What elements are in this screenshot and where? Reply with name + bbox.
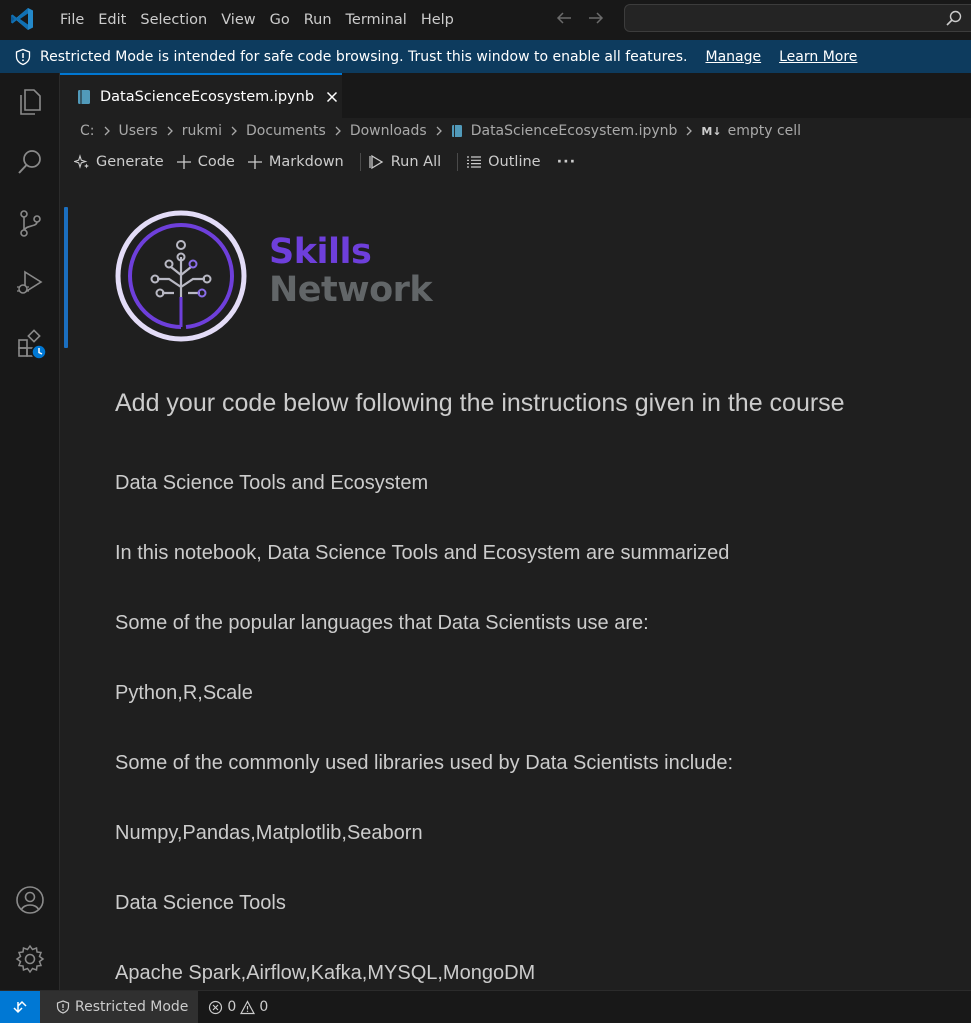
notebook-toolbar: Generate Code Markdown Run All Outline ·… [72,149,576,175]
chevron-right-icon [104,126,110,136]
breadcrumb-item-cell[interactable]: empty cell [728,123,801,139]
menu-help[interactable]: Help [414,7,461,33]
warning-icon [240,999,256,1014]
breadcrumb-item-user[interactable]: rukmi [182,123,222,139]
outline-list-icon [467,156,482,168]
breadcrumb-item-file[interactable]: DataScienceEcosystem.ipynb [471,123,678,139]
menu-bar: File Edit Selection View Go Run Terminal… [53,0,461,40]
back-arrow-icon[interactable] [554,8,574,28]
remote-icon [13,1000,27,1014]
menu-file[interactable]: File [53,7,91,33]
restricted-mode-label: Restricted Mode [75,999,189,1015]
restricted-mode-status[interactable]: Restricted Mode [40,991,199,1023]
menu-selection[interactable]: Selection [133,7,214,33]
breadcrumb-item-users[interactable]: Users [119,123,158,139]
shield-icon [56,1000,70,1014]
error-icon [209,1000,223,1014]
close-icon[interactable] [324,89,340,105]
restricted-mode-banner: Restricted Mode is intended for safe cod… [0,40,971,73]
activity-bar [0,73,60,990]
notebook-file-icon [78,89,90,104]
skills-network-logo-icon [115,210,247,342]
menu-run[interactable]: Run [297,7,339,33]
chevron-right-icon [686,126,693,136]
logo-text-network: Network [269,270,433,310]
add-markdown-cell-button[interactable]: Markdown [245,154,354,170]
accounts-icon[interactable] [14,884,46,916]
plus-icon [247,155,262,169]
menu-edit[interactable]: Edit [91,7,133,33]
forward-arrow-icon[interactable] [586,8,606,28]
settings-gear-icon[interactable] [14,943,46,975]
plus-icon [176,155,191,169]
breadcrumb-item-downloads[interactable]: Downloads [350,123,427,139]
vscode-logo-icon [11,8,33,30]
chevron-right-icon [436,126,442,136]
breadcrumb-item-documents[interactable]: Documents [246,123,326,139]
warning-count: 0 [259,999,269,1015]
toolbar-divider [359,153,361,171]
markdown-line: Numpy,Pandas,Matplotlib,Seaborn [115,822,423,844]
command-center-search[interactable] [624,4,971,32]
add-code-cell-button[interactable]: Code [174,154,245,170]
markdown-line: In this notebook, Data Science Tools and… [115,542,730,564]
chevron-right-icon [231,126,237,136]
chevron-right-icon [335,126,341,136]
notebook-file-icon [451,125,462,137]
code-label: Code [197,154,235,170]
run-all-button[interactable]: Run All [367,154,451,170]
logo-text-skills: Skills [269,232,372,272]
error-count: 0 [227,999,237,1015]
title-bar: File Edit Selection View Go Run Terminal… [0,0,971,40]
markdown-line: Data Science Tools [115,892,286,914]
status-bar: Restricted Mode 0 0 [0,990,971,1023]
markdown-line: Data Science Tools and Ecosystem [115,472,429,494]
navigation-arrows [554,8,606,28]
learn-more-link[interactable]: Learn More [779,49,857,65]
markdown-line: Apache Spark,Airflow,Kafka,MYSQL,MongoDM [115,962,536,984]
generate-button[interactable]: Generate [72,154,174,170]
run-all-label: Run All [390,154,442,170]
run-and-debug-icon[interactable] [14,267,46,299]
search-icon [946,10,962,26]
markdown-line: Some of the commonly used libraries used… [115,752,734,774]
manage-link[interactable]: Manage [705,49,761,65]
breadcrumb: C: Users rukmi Documents Downloads DataS… [80,121,801,141]
tab-label: DataScienceEcosystem.ipynb [100,88,315,105]
extensions-icon[interactable] [14,327,47,360]
toolbar-divider [457,153,459,171]
remote-indicator-button[interactable] [0,991,40,1023]
outline-button[interactable]: Outline [464,154,550,170]
menu-terminal[interactable]: Terminal [339,7,414,33]
menu-view[interactable]: View [214,7,262,33]
markdown-icon: M↓ [701,124,722,138]
chevron-right-icon [167,126,173,136]
generate-label: Generate [96,154,164,170]
search-activity-icon[interactable] [14,146,46,178]
explorer-icon[interactable] [14,86,46,118]
markdown-line: Some of the popular languages that Data … [115,612,649,634]
editor-tab-bar: DataScienceEcosystem.ipynb [60,73,971,118]
shield-icon [15,48,31,65]
markdown-heading: Add your code below following the instru… [115,389,845,417]
problems-status[interactable]: 0 0 [208,999,268,1015]
cell-focus-indicator [64,207,68,348]
menu-go[interactable]: Go [263,7,297,33]
breadcrumb-item-drive[interactable]: C: [80,123,95,139]
tab-notebook[interactable]: DataScienceEcosystem.ipynb [60,73,342,118]
run-all-icon [369,154,384,170]
markdown-label: Markdown [268,154,344,170]
more-actions-button[interactable]: ··· [551,154,577,170]
source-control-icon[interactable] [14,207,46,239]
markdown-line: Python,R,Scale [115,682,253,704]
sparkle-icon [74,154,89,169]
outline-label: Outline [488,154,541,170]
banner-message: Restricted Mode is intended for safe cod… [40,48,688,65]
